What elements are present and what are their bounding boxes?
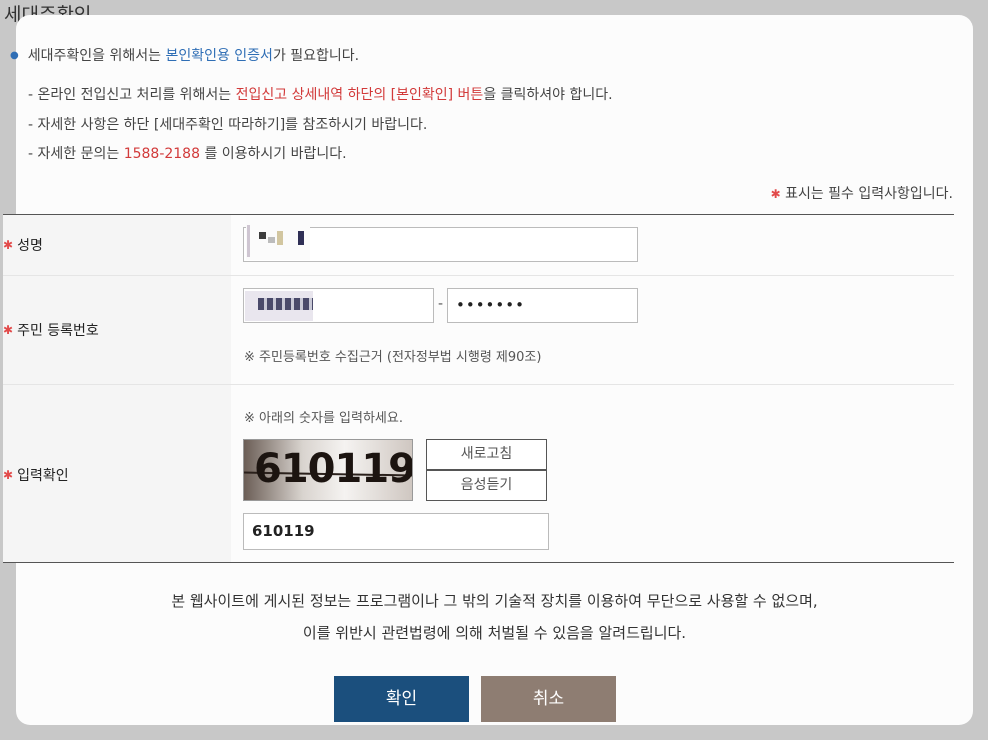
note-3-prefix: - 자세한 문의는 [28, 146, 124, 162]
required-star-icon: ✱ [3, 323, 14, 337]
identity-verification-panel: ● 세대주확인을 위해서는 본인확인용 인증서가 필요합니다. - 온라인 전입신… [3, 15, 973, 725]
captcha-label: ✱ 입력확인 [3, 465, 69, 485]
row-divider [3, 275, 954, 276]
confirm-button[interactable]: 확인 [334, 676, 469, 722]
required-star-icon: ✱ [3, 238, 14, 252]
pixelation [298, 231, 304, 245]
note-1-red: 전입신고 상세내역 하단의 [본인확인] 버튼 [235, 87, 484, 103]
rrn-help-text: ※ 주민등록번호 수집근거 (전자정부법 시행령 제90조) [244, 350, 542, 365]
captcha-audio-button[interactable]: 음성듣기 [426, 470, 547, 501]
captcha-input[interactable]: 610119 [243, 513, 549, 550]
label-column [3, 215, 231, 562]
pixelation [277, 231, 283, 245]
pixelation [247, 225, 250, 257]
disclaimer-line-2: 이를 위반시 관련법령에 의해 처벌될 수 있음을 알려드립니다. [302, 624, 687, 642]
required-note: ✱ 표시는 필수 입력사항입니다. [771, 183, 953, 203]
intro-part1: 세대주확인을 위해서는 [27, 48, 166, 64]
note-1-suffix: 을 클릭하셔야 합니다. [483, 87, 613, 103]
rrn-separator: - [438, 296, 444, 312]
name-label: ✱ 성명 [3, 235, 43, 255]
pixelation [258, 298, 313, 310]
required-star-icon: ✱ [770, 187, 781, 201]
note-contact: - 자세한 문의는 1588-2188 를 이용하시기 바랍니다. [28, 143, 347, 163]
contact-phone: 1588-2188 [123, 146, 200, 162]
captcha-label-text: 입력확인 [17, 468, 69, 484]
note-guide: - 자세한 사항은 하단 [세대주확인 따라하기]를 참조하시기 바랍니다. [28, 117, 428, 133]
note-3-suffix: 를 이용하시기 바랍니다. [200, 146, 347, 162]
rrn-label-text: 주민 등록번호 [17, 323, 99, 339]
note-1-prefix: - 온라인 전입신고 처리를 위해서는 [28, 87, 236, 103]
cancel-button[interactable]: 취소 [481, 676, 616, 722]
form-bottom-border [3, 562, 954, 563]
name-label-text: 성명 [17, 238, 43, 254]
rrn-label: ✱ 주민 등록번호 [3, 320, 99, 340]
bullet-icon: ● [10, 50, 19, 61]
note-online-move: - 온라인 전입신고 처리를 위해서는 전입신고 상세내역 하단의 [본인확인]… [28, 84, 613, 104]
disclaimer-line-1: 본 웹사이트에 게시된 정보는 프로그램이나 그 밖의 기술적 장치를 이용하여… [171, 592, 818, 610]
captcha-image: 610119 [243, 439, 413, 501]
intro-text: ● 세대주확인을 위해서는 본인확인용 인증서가 필요합니다. [10, 45, 359, 65]
pixelation [268, 237, 275, 243]
required-note-text: 표시는 필수 입력사항입니다. [780, 186, 953, 202]
rrn-second-input[interactable]: ••••••• [447, 288, 638, 323]
pixelation [259, 232, 266, 239]
required-star-icon: ✱ [3, 468, 14, 482]
intro-part2: 가 필요합니다. [272, 48, 360, 64]
certificate-highlight: 본인확인용 인증서 [165, 48, 273, 64]
captcha-refresh-button[interactable]: 새로고침 [426, 439, 547, 470]
captcha-image-text: 610119 [254, 446, 413, 492]
captcha-help-text: ※ 아래의 숫자를 입력하세요. [244, 411, 403, 426]
row-divider [3, 384, 954, 385]
